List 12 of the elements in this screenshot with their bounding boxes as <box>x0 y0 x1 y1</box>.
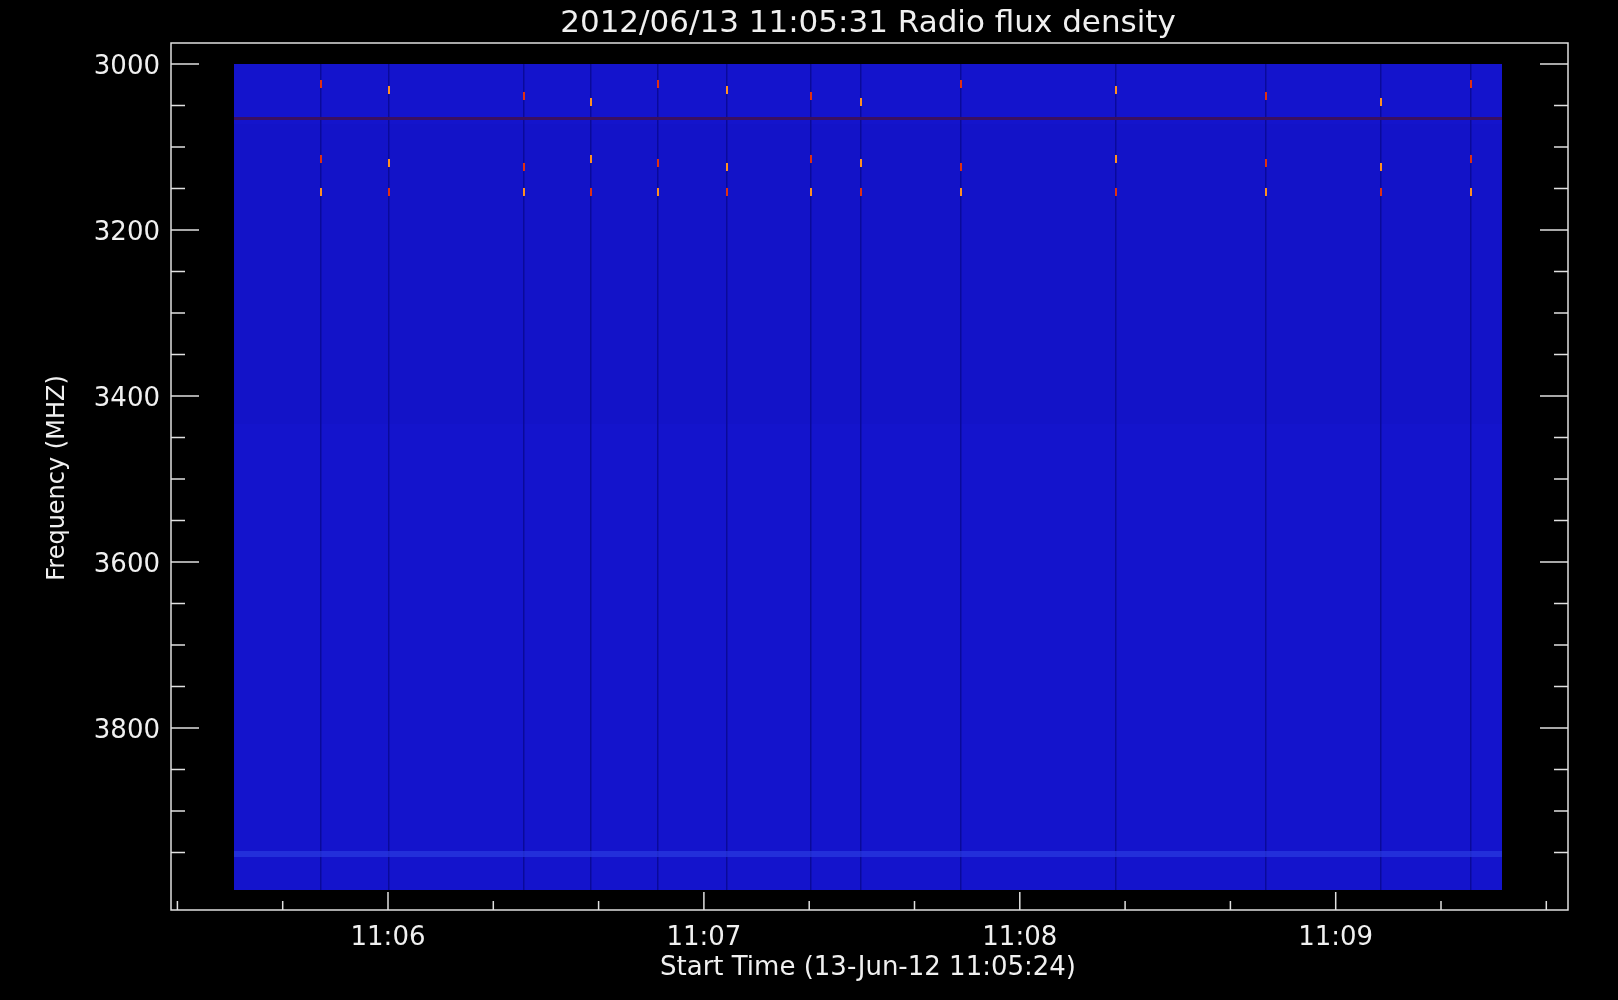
y-axis-label: Frequency (MHZ) <box>42 375 70 581</box>
y-tick-label: 3000 <box>93 50 160 80</box>
x-tick-label: 11:06 <box>350 921 426 951</box>
y-tick-label: 3800 <box>93 714 160 744</box>
y-tick-label: 3600 <box>93 548 160 578</box>
y-tick-label: 3400 <box>93 382 160 412</box>
x-tick-label: 11:08 <box>982 921 1058 951</box>
x-tick-label: 11:07 <box>666 921 742 951</box>
x-tick-label: 11:09 <box>1298 921 1374 951</box>
plot-title: 2012/06/13 11:05:31 Radio flux density <box>560 3 1176 39</box>
x-axis-label: Start Time (13-Jun-12 11:05:24) <box>660 951 1076 981</box>
y-tick-label: 3200 <box>93 216 160 246</box>
